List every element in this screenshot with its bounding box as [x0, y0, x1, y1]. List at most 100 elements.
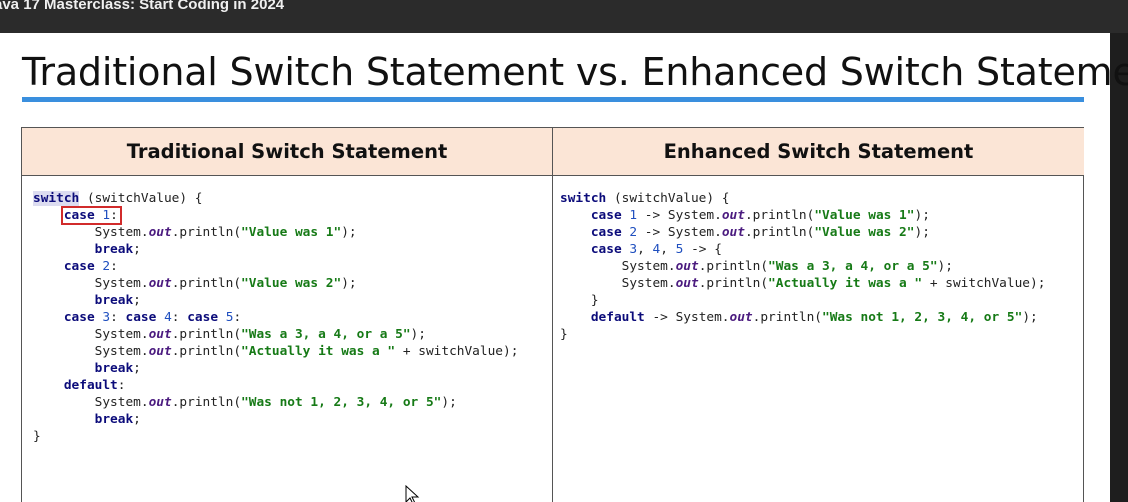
code-token: switch — [33, 191, 80, 206]
code-token: "Was a 3, a 4, or a 5" — [768, 259, 938, 274]
code-token: } — [560, 293, 599, 308]
enhanced-code-line: switch (switchValue) { — [560, 190, 1045, 207]
code-token: .println( — [744, 225, 815, 240]
enhanced-code-line: case 1 -> System.out.println("Value was … — [560, 207, 1045, 224]
code-token: break — [94, 293, 134, 308]
code-token: 2 — [629, 225, 638, 240]
traditional-code-line: default: — [33, 377, 518, 394]
code-token: -> System. — [644, 310, 730, 325]
traditional-code-line: break; — [33, 360, 518, 377]
code-token: : — [233, 310, 242, 325]
enhanced-code-line: System.out.println("Actually it was a " … — [560, 275, 1046, 292]
code-token: out — [148, 395, 172, 410]
code-token: System. — [33, 344, 149, 359]
column-divider — [552, 128, 553, 502]
code-token: -> { — [683, 242, 722, 257]
code-token: out — [148, 327, 172, 342]
traditional-code-block: switch (switchValue) { case 1: System.ou… — [33, 190, 518, 445]
code-token: out — [148, 276, 172, 291]
code-token: out — [721, 208, 745, 223]
code-token: break — [94, 412, 134, 427]
title-underline — [22, 97, 1084, 102]
code-token: System. — [560, 276, 676, 291]
code-token: "Value was 1" — [814, 208, 915, 223]
code-token: ); — [914, 208, 930, 223]
code-token: .println( — [171, 276, 242, 291]
code-token: 3 — [102, 310, 111, 325]
code-token: 1 — [629, 208, 638, 223]
code-token: case — [63, 259, 95, 274]
traditional-code-line: System.out.println("Was not 1, 2, 3, 4, … — [33, 394, 518, 411]
enhanced-code-line: default -> System.out.println("Was not 1… — [560, 309, 1045, 326]
code-token: ); — [441, 395, 457, 410]
code-token: System. — [560, 259, 676, 274]
code-token: .println( — [698, 259, 769, 274]
code-token: : — [110, 310, 126, 325]
side-scrollbar[interactable] — [1110, 33, 1128, 502]
code-token: default — [63, 378, 118, 393]
traditional-code-line: System.out.println("Value was 1"); — [33, 224, 518, 241]
traditional-code-line: break; — [33, 241, 518, 258]
code-token: break — [94, 361, 134, 376]
mouse-pointer-icon — [405, 484, 421, 502]
code-token: "Value was 2" — [241, 276, 342, 291]
comparison-table: Traditional Switch Statement Enhanced Sw… — [21, 127, 1084, 502]
code-token: (switchValue) { — [606, 191, 730, 206]
code-token: System. — [33, 327, 149, 342]
code-token: out — [675, 259, 699, 274]
code-token: , — [660, 242, 676, 257]
code-token: } — [560, 327, 568, 342]
traditional-code-line: break; — [33, 292, 518, 309]
code-token: "Value was 2" — [814, 225, 915, 240]
code-token: 4 — [164, 310, 172, 325]
code-token: System. — [33, 276, 149, 291]
code-token: System. — [33, 395, 149, 410]
case-1-highlight-box — [61, 206, 122, 225]
code-token: ); — [1022, 310, 1038, 325]
code-token: "Was not 1, 2, 3, 4, or 5" — [821, 310, 1023, 325]
code-token: 3 — [629, 242, 638, 257]
code-token: out — [729, 310, 753, 325]
code-token: } — [33, 429, 41, 444]
code-token: : — [117, 378, 126, 393]
code-token: ; — [133, 293, 141, 308]
code-token: case — [590, 225, 622, 240]
enhanced-header: Enhanced Switch Statement — [553, 128, 1084, 176]
code-token: case — [590, 208, 622, 223]
code-token: case — [125, 310, 157, 325]
code-token: out — [675, 276, 699, 291]
code-token: (switchValue) { — [79, 191, 203, 206]
code-token: .println( — [698, 276, 769, 291]
enhanced-code-line: } — [560, 326, 1045, 343]
code-token: "Was not 1, 2, 3, 4, or 5" — [241, 395, 442, 410]
code-token: "Actually it was a " — [241, 344, 396, 359]
code-token: ); — [341, 276, 357, 291]
code-token: break — [94, 242, 134, 257]
code-token: .println( — [171, 395, 242, 410]
code-token: .println( — [744, 208, 815, 223]
traditional-code-line: case 2: — [33, 258, 518, 275]
code-token: .println( — [171, 225, 242, 240]
code-token: .println( — [171, 344, 242, 359]
code-token: ); — [410, 327, 426, 342]
code-token: 2 — [102, 259, 111, 274]
code-token: -> System. — [637, 225, 722, 240]
enhanced-code-line: case 3, 4, 5 -> { — [560, 241, 1045, 258]
code-token: "Was a 3, a 4, or a 5" — [241, 327, 411, 342]
code-token: case — [187, 310, 219, 325]
code-token: ; — [133, 412, 141, 427]
code-token: ; — [133, 361, 141, 376]
code-token: , — [637, 242, 653, 257]
code-token: + switchValue); — [395, 344, 519, 359]
